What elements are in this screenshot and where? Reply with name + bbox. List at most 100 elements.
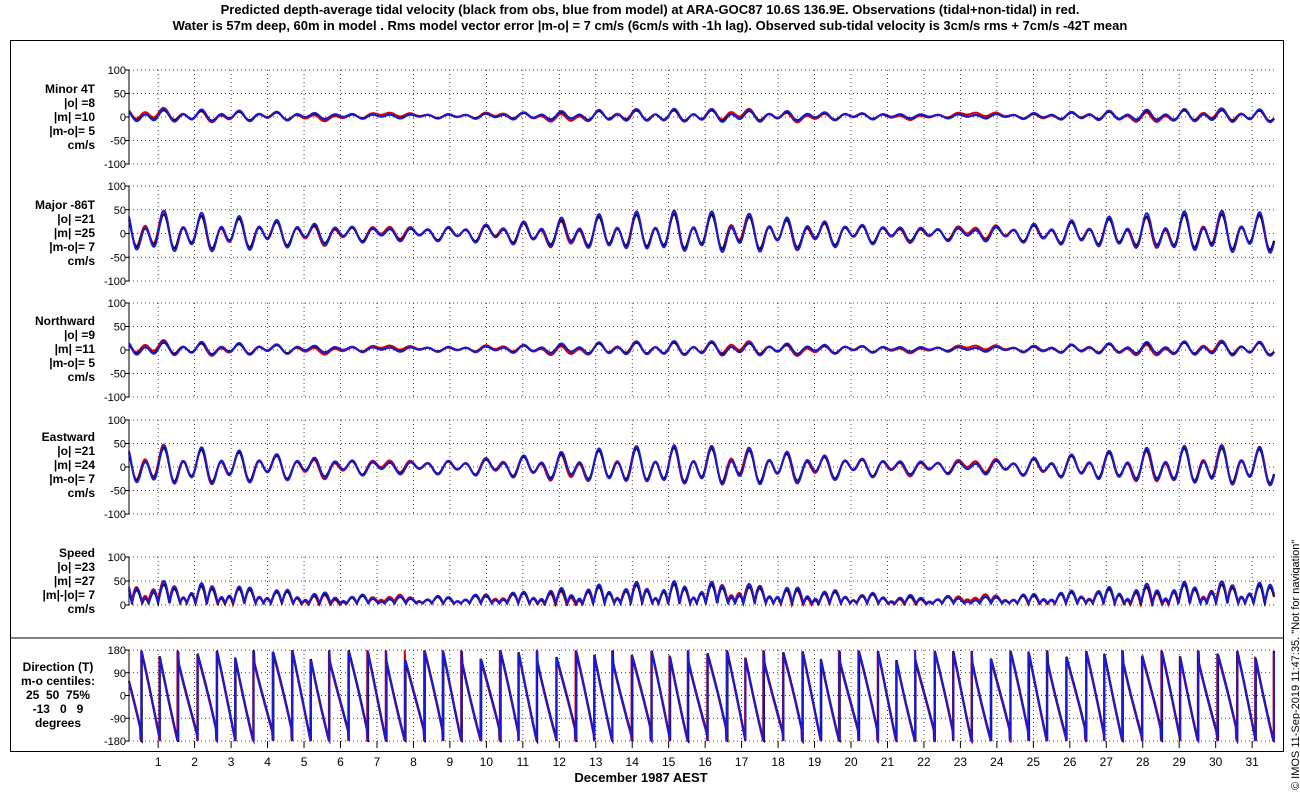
major-ytick-label: -50 bbox=[110, 252, 126, 264]
x-tick-label: 11 bbox=[517, 755, 530, 769]
speed-panel-label: Speed |o| =23 |m| =27 |m|-|o|= 7 cm/s bbox=[43, 546, 95, 616]
eastward-label-line: |o| =21 bbox=[57, 444, 95, 458]
x-tick-label: 23 bbox=[954, 755, 968, 769]
minor-label-line: |m-o|= 5 bbox=[49, 124, 95, 138]
major-label-line: cm/s bbox=[67, 254, 95, 268]
eastward-series-model bbox=[128, 444, 1275, 487]
major-ytick-label: 0 bbox=[120, 229, 126, 241]
minor-label-line: |m| =10 bbox=[53, 110, 95, 124]
direction-label-line: m-o centiles: bbox=[20, 674, 95, 688]
minor-panel-label: Minor 4T |o| =8 |m| =10 |m-o|= 5 cm/s bbox=[45, 82, 95, 152]
speed-ytick-label: 50 bbox=[114, 576, 126, 588]
x-tick-label: 7 bbox=[374, 755, 381, 769]
major-label-line: Major -86T bbox=[34, 198, 95, 212]
direction-ytick-label: 90 bbox=[114, 668, 126, 680]
x-tick-label: 18 bbox=[771, 755, 785, 769]
x-tick-label: 8 bbox=[410, 755, 417, 769]
eastward-ytick-label: -50 bbox=[110, 486, 126, 498]
direction-ytick-label: 180 bbox=[108, 645, 126, 657]
northward-ytick-label: -100 bbox=[104, 392, 126, 404]
direction-panel-label: Direction (T) m-o centiles: 25 50 75% -13 0… bbox=[21, 660, 95, 730]
northward-ytick-label: 50 bbox=[114, 322, 126, 334]
x-tick-label: 10 bbox=[480, 755, 494, 769]
direction-label-line: Direction (T) bbox=[22, 660, 94, 674]
speed-ytick-label: 100 bbox=[108, 552, 126, 564]
speed-label-line: |o| =23 bbox=[57, 560, 95, 574]
x-tick-label: 19 bbox=[808, 755, 822, 769]
x-tick-label: 15 bbox=[662, 755, 676, 769]
speed-label-line: |m|-|o|= 7 bbox=[42, 588, 95, 602]
northward-ytick-label: 100 bbox=[108, 298, 126, 310]
x-tick-label: 9 bbox=[447, 755, 454, 769]
x-tick-label: 1 bbox=[155, 755, 162, 769]
major-label-line: |m-o|= 7 bbox=[49, 240, 95, 254]
x-tick-label: 24 bbox=[990, 755, 1004, 769]
major-panel-label: Major -86T |o| =21 |m| =25 |m-o|= 7 cm/s bbox=[35, 198, 95, 268]
northward-ytick-label: 0 bbox=[120, 345, 126, 357]
northward-label-line: |m| =11 bbox=[54, 342, 95, 356]
eastward-ytick-label: 100 bbox=[108, 415, 126, 427]
direction-ytick-label: -90 bbox=[110, 713, 126, 725]
northward-label-line: Northward bbox=[35, 314, 95, 328]
eastward-ytick-label: 50 bbox=[114, 439, 126, 451]
x-tick-label: 14 bbox=[626, 755, 640, 769]
minor-ytick-label: -50 bbox=[110, 136, 126, 148]
speed-series-model bbox=[128, 579, 1275, 608]
minor-ytick-label: 50 bbox=[114, 89, 126, 101]
chart-canvas: 100500-50-100100500-50-100100500-50-1001… bbox=[10, 65, 1284, 769]
eastward-panel-label: Eastward |o| =21 |m| =24 |m-o|= 7 cm/s bbox=[42, 430, 95, 500]
x-tick-label: 29 bbox=[1173, 755, 1187, 769]
x-tick-label: 26 bbox=[1063, 755, 1077, 769]
x-tick-label: 13 bbox=[589, 755, 603, 769]
x-tick-label: 27 bbox=[1100, 755, 1114, 769]
major-label-line: |m| =25 bbox=[53, 226, 95, 240]
direction-label-line: -13 0 9 bbox=[32, 702, 84, 716]
x-tick-label: 21 bbox=[881, 755, 895, 769]
speed-label-line: cm/s bbox=[67, 602, 95, 616]
direction-ytick-label: -180 bbox=[104, 736, 126, 748]
major-series-model bbox=[128, 209, 1275, 254]
x-tick-label: 28 bbox=[1136, 755, 1150, 769]
minor-ytick-label: -100 bbox=[104, 159, 126, 171]
speed-ytick-label: 0 bbox=[120, 600, 126, 612]
northward-panel-label: Northward |o| =9 |m| =11 |m-o|= 5 cm/s bbox=[35, 314, 95, 384]
eastward-label-line: |m| =24 bbox=[53, 458, 95, 472]
x-tick-label: 12 bbox=[553, 755, 567, 769]
eastward-label-line: |m-o|= 7 bbox=[49, 472, 95, 486]
x-tick-label: 3 bbox=[228, 755, 235, 769]
northward-label-line: |o| =9 bbox=[63, 328, 95, 342]
minor-ytick-label: 0 bbox=[120, 112, 126, 124]
x-tick-label: 16 bbox=[698, 755, 712, 769]
eastward-ytick-label: 0 bbox=[120, 462, 126, 474]
x-tick-label: 30 bbox=[1209, 755, 1223, 769]
x-tick-label: 5 bbox=[301, 755, 308, 769]
northward-ytick-label: -50 bbox=[110, 369, 126, 381]
northward-label-line: cm/s bbox=[67, 370, 95, 384]
major-ytick-label: 50 bbox=[114, 205, 126, 217]
speed-label-line: |m| =27 bbox=[53, 574, 95, 588]
major-ytick-label: -100 bbox=[104, 276, 126, 288]
minor-label-line: cm/s bbox=[67, 138, 95, 152]
direction-label-line: degrees bbox=[34, 716, 81, 730]
direction-ytick-label: 0 bbox=[120, 691, 126, 703]
x-tick-label: 20 bbox=[844, 755, 858, 769]
x-axis-title: December 1987 AEST bbox=[574, 770, 708, 785]
x-tick-label: 31 bbox=[1245, 755, 1259, 769]
eastward-label-line: Eastward bbox=[41, 430, 95, 444]
northward-label-line: |m-o|= 5 bbox=[49, 356, 95, 370]
x-tick-label: 25 bbox=[1027, 755, 1041, 769]
eastward-ytick-label: -100 bbox=[104, 509, 126, 521]
minor-label-line: |o| =8 bbox=[63, 96, 95, 110]
major-ytick-label: 100 bbox=[108, 181, 126, 193]
x-tick-label: 22 bbox=[917, 755, 931, 769]
x-tick-label: 6 bbox=[337, 755, 344, 769]
speed-label-line: Speed bbox=[58, 546, 95, 560]
x-tick-label: 17 bbox=[735, 755, 749, 769]
x-tick-label: 4 bbox=[264, 755, 271, 769]
direction-label-line: 25 50 75% bbox=[25, 688, 91, 702]
x-tick-label: 2 bbox=[191, 755, 198, 769]
minor-ytick-label: 100 bbox=[108, 65, 126, 77]
major-label-line: |o| =21 bbox=[57, 212, 95, 226]
minor-label-line: Minor 4T bbox=[45, 82, 95, 96]
copyright-stamp: © IMOS 11-Sep-2019 11:47:35. "Not for na… bbox=[1290, 539, 1300, 790]
